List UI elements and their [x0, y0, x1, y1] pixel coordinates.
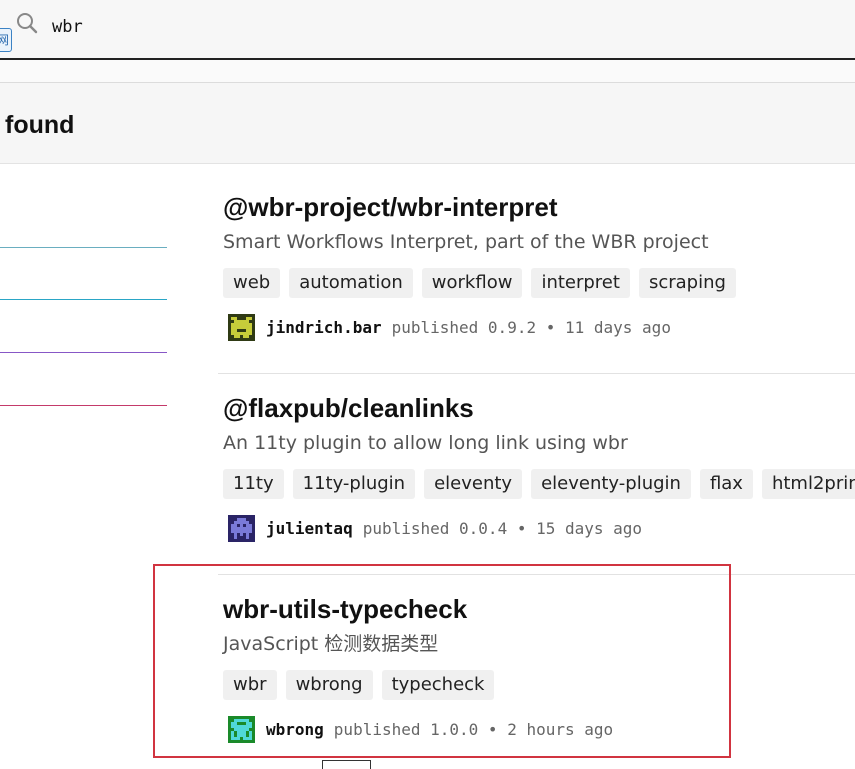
- results-count-title: found: [5, 111, 75, 139]
- sidebar-filter-line-1[interactable]: [0, 247, 167, 248]
- result-divider: [218, 373, 855, 374]
- package-name-link[interactable]: @wbr-project/wbr-interpret: [223, 192, 855, 222]
- keyword-list: 11ty 11ty-plugin eleventy eleventy-plugi…: [223, 469, 855, 499]
- highlight-box: [153, 564, 731, 758]
- keyword-tag[interactable]: eleventy: [424, 469, 523, 499]
- sidebar-filter-line-2[interactable]: [0, 299, 167, 300]
- keyword-list: web automation workflow interpret scrapi…: [223, 268, 855, 298]
- avatar-icon[interactable]: [228, 515, 255, 542]
- app-logo-icon[interactable]: 网: [0, 28, 12, 52]
- package-description: Smart Workflows Interpret, part of the W…: [223, 231, 709, 253]
- publisher-link[interactable]: julientaq: [266, 519, 353, 538]
- keyword-tag[interactable]: flax: [699, 469, 753, 499]
- sidebar-filter-line-3[interactable]: [0, 352, 167, 353]
- package-result: @wbr-project/wbr-interpret Smart Workflo…: [223, 192, 855, 341]
- search-input[interactable]: [52, 14, 832, 40]
- keyword-tag[interactable]: workflow: [421, 268, 523, 298]
- publish-meta: julientaq published 0.0.4 • 15 days ago: [223, 515, 855, 542]
- keyword-tag[interactable]: scraping: [638, 268, 736, 298]
- keyword-tag[interactable]: web: [223, 268, 281, 298]
- keyword-tag[interactable]: 11ty: [223, 469, 284, 499]
- search-bar: 网: [0, 0, 855, 60]
- published-info: published 0.9.2 • 11 days ago: [391, 318, 671, 337]
- keyword-tag[interactable]: eleventy-plugin: [531, 469, 691, 499]
- keyword-tag[interactable]: 11ty-plugin: [292, 469, 416, 499]
- keyword-tag[interactable]: automation: [289, 268, 413, 298]
- package-name-link[interactable]: @flaxpub/cleanlinks: [223, 393, 855, 423]
- sidebar-filter-line-4[interactable]: [0, 405, 167, 406]
- publisher-link[interactable]: jindrich.bar: [266, 318, 382, 337]
- package-result: @flaxpub/cleanlinks An 11ty plugin to al…: [223, 393, 855, 542]
- avatar-icon[interactable]: [228, 314, 255, 341]
- search-icon[interactable]: [12, 10, 38, 36]
- keyword-tag[interactable]: html2print: [761, 469, 855, 499]
- published-info: published 0.0.4 • 15 days ago: [362, 519, 643, 538]
- pagination-stub: [322, 760, 371, 769]
- publish-meta: jindrich.bar published 0.9.2 • 11 days a…: [223, 314, 855, 341]
- package-description: An 11ty plugin to allow long link using …: [223, 432, 628, 454]
- results-header: found: [0, 82, 855, 164]
- header-spacer: [0, 60, 855, 82]
- keyword-tag[interactable]: interpret: [531, 268, 630, 298]
